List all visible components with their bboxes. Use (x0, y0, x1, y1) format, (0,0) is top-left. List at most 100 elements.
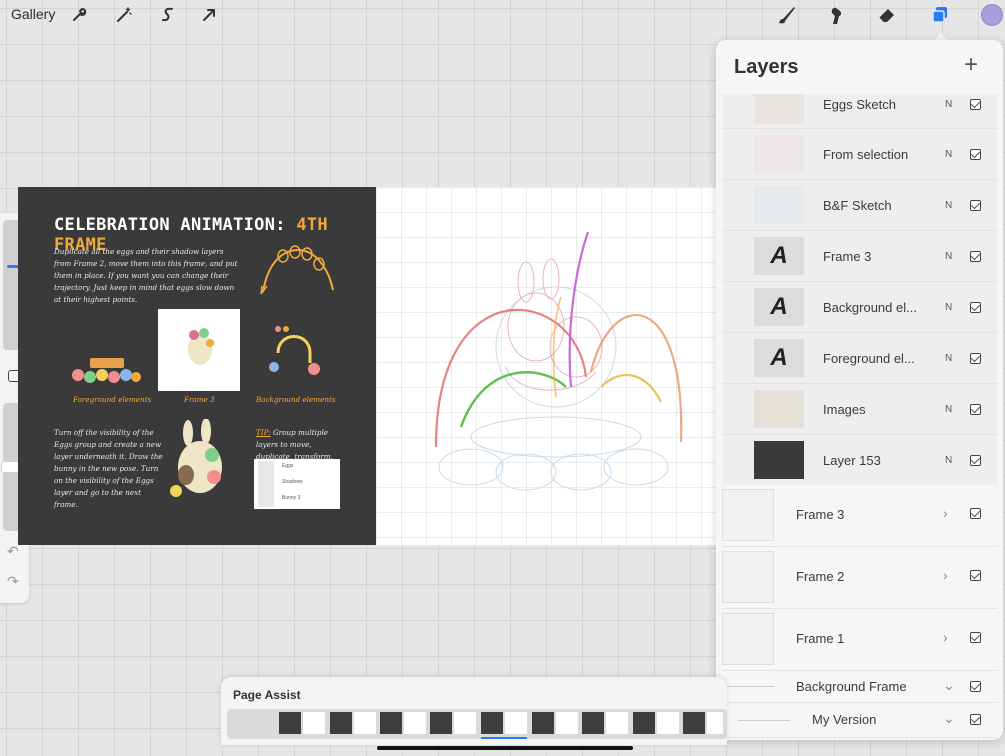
blend-mode-button[interactable]: N (945, 353, 952, 364)
layer-name: B&F Sketch (823, 198, 892, 213)
chevron-right-icon[interactable]: › (943, 505, 948, 521)
wrench-icon[interactable] (66, 2, 92, 28)
layer-row-eggs-sketch[interactable]: Eggs Sketch N (722, 94, 998, 129)
foreground-elements-illustration (72, 358, 141, 383)
group-name: Frame 3 (796, 507, 845, 522)
blend-mode-button[interactable]: N (945, 99, 952, 110)
layers-icon[interactable] (927, 2, 953, 28)
group-visibility-checkbox[interactable] (970, 508, 981, 519)
layer-visibility-checkbox[interactable] (970, 455, 981, 466)
layer-visibility-checkbox[interactable] (970, 99, 981, 110)
group-thumbnail (722, 613, 774, 665)
layer-visibility-checkbox[interactable] (970, 404, 981, 415)
reference-image: CELEBRATION ANIMATION: 4TH FRAME Duplica… (18, 187, 376, 545)
group-visibility-checkbox[interactable] (970, 681, 981, 692)
layer-row-background-elements[interactable]: A Background el... N (722, 282, 998, 333)
group-divider (722, 686, 774, 687)
magic-wand-icon[interactable] (111, 2, 137, 28)
page-thumbnails-strip[interactable] (227, 709, 727, 739)
blend-mode-button[interactable]: N (945, 302, 952, 313)
group-row-frame-3[interactable]: Frame 3 › (722, 485, 998, 547)
text-layer-icon: A (754, 237, 804, 275)
page-thumbnail[interactable] (633, 712, 679, 734)
group-row-my-version[interactable]: My Version ⌄ (722, 703, 998, 738)
label-frame: Frame 3 (184, 395, 215, 404)
layer-row-frame-3[interactable]: A Frame 3 N (722, 231, 998, 282)
sketch-layer (376, 187, 716, 545)
smudge-icon[interactable] (823, 2, 849, 28)
layer-thumbnail (754, 390, 804, 428)
page-thumbnail[interactable] (279, 712, 325, 734)
layer-name: Layer 153 (823, 453, 881, 468)
transform-arrow-icon[interactable] (196, 2, 222, 28)
layer-row-bf-sketch[interactable]: B&F Sketch N (722, 180, 998, 231)
group-row-frame-2[interactable]: Frame 2 › (722, 547, 998, 609)
group-visibility-checkbox[interactable] (970, 570, 981, 581)
layer-visibility-checkbox[interactable] (970, 149, 981, 160)
page-thumbnail[interactable] (380, 712, 426, 734)
group-visibility-checkbox[interactable] (970, 714, 981, 725)
group-name: My Version (812, 712, 877, 727)
layer-name: Frame 3 (823, 249, 872, 264)
layer-visibility-checkbox[interactable] (970, 200, 981, 211)
bunny-instructions: Turn off the visibility of the Eggs grou… (54, 428, 163, 509)
eraser-icon[interactable] (874, 2, 900, 28)
layer-row-from-selection[interactable]: From selection N (722, 129, 998, 180)
chevron-down-icon[interactable]: ⌄ (943, 677, 955, 694)
mini-layer-bunny: Bunny 3 (282, 495, 301, 501)
brush-icon[interactable] (774, 2, 800, 28)
redo-icon[interactable]: ↷ (7, 573, 19, 590)
blend-mode-button[interactable]: N (945, 455, 952, 466)
add-layer-button[interactable]: + (964, 53, 978, 77)
page-thumbnail-selected[interactable] (481, 712, 527, 734)
blend-mode-button[interactable]: N (945, 149, 952, 160)
group-thumbnail (722, 551, 774, 603)
gallery-button[interactable]: Gallery (11, 6, 55, 22)
background-elements-illustration (269, 326, 320, 375)
layer-visibility-checkbox[interactable] (970, 353, 981, 364)
selection-icon[interactable] (155, 2, 181, 28)
chevron-down-icon[interactable]: ⌄ (943, 710, 955, 727)
frame-preview (158, 309, 240, 391)
egg-arc-illustration (260, 245, 334, 295)
group-row-frame-1[interactable]: Frame 1 › (722, 609, 998, 671)
page-thumbnail[interactable] (532, 712, 578, 734)
page-thumbnail[interactable] (683, 712, 723, 734)
layer-thumbnail (754, 441, 804, 479)
color-swatch[interactable] (981, 4, 1003, 26)
layer-visibility-checkbox[interactable] (970, 302, 981, 313)
blend-mode-button[interactable]: N (945, 404, 952, 415)
group-visibility-checkbox[interactable] (970, 632, 981, 643)
blend-mode-button[interactable]: N (945, 200, 952, 211)
page-assist-title: Page Assist (233, 688, 301, 702)
top-toolbar: Gallery (0, 0, 1005, 30)
blend-mode-button[interactable]: N (945, 251, 952, 262)
page-thumbnail[interactable] (430, 712, 476, 734)
layer-thumbnail (754, 186, 804, 224)
page-thumbnail[interactable] (330, 712, 376, 734)
layer-name: Eggs Sketch (823, 97, 896, 112)
layer-row-images[interactable]: Images N (722, 384, 998, 435)
canvas[interactable]: CELEBRATION ANIMATION: 4TH FRAME Duplica… (18, 187, 716, 545)
layer-name: Foreground el... (823, 351, 915, 366)
layers-panel: Layers + Eggs Sketch N From selection N … (716, 40, 1003, 740)
layer-name: Images (823, 402, 866, 417)
mini-layers-illustration: Eggs Shadows Bunny 3 (254, 459, 340, 509)
layer-row-layer-153[interactable]: Layer 153 N (722, 435, 998, 486)
layer-thumbnail (754, 135, 804, 173)
layer-visibility-checkbox[interactable] (970, 251, 981, 262)
group-row-background-frame[interactable]: Background Frame ⌄ (722, 671, 998, 703)
chevron-right-icon[interactable]: › (943, 629, 948, 645)
group-name: Background Frame (796, 679, 907, 694)
home-indicator (377, 746, 633, 750)
drawing-area[interactable] (376, 187, 716, 545)
layer-row-foreground-elements[interactable]: A Foreground el... N (722, 333, 998, 384)
undo-icon[interactable]: ↶ (7, 543, 19, 560)
mini-layer-shadows: Shadows (282, 479, 303, 485)
layer-name: Background el... (823, 300, 917, 315)
group-name: Frame 1 (796, 631, 845, 646)
selected-page-indicator (481, 737, 527, 739)
page-thumbnail[interactable] (582, 712, 628, 734)
chevron-right-icon[interactable]: › (943, 567, 948, 583)
tip-label: TIP: (256, 428, 271, 437)
